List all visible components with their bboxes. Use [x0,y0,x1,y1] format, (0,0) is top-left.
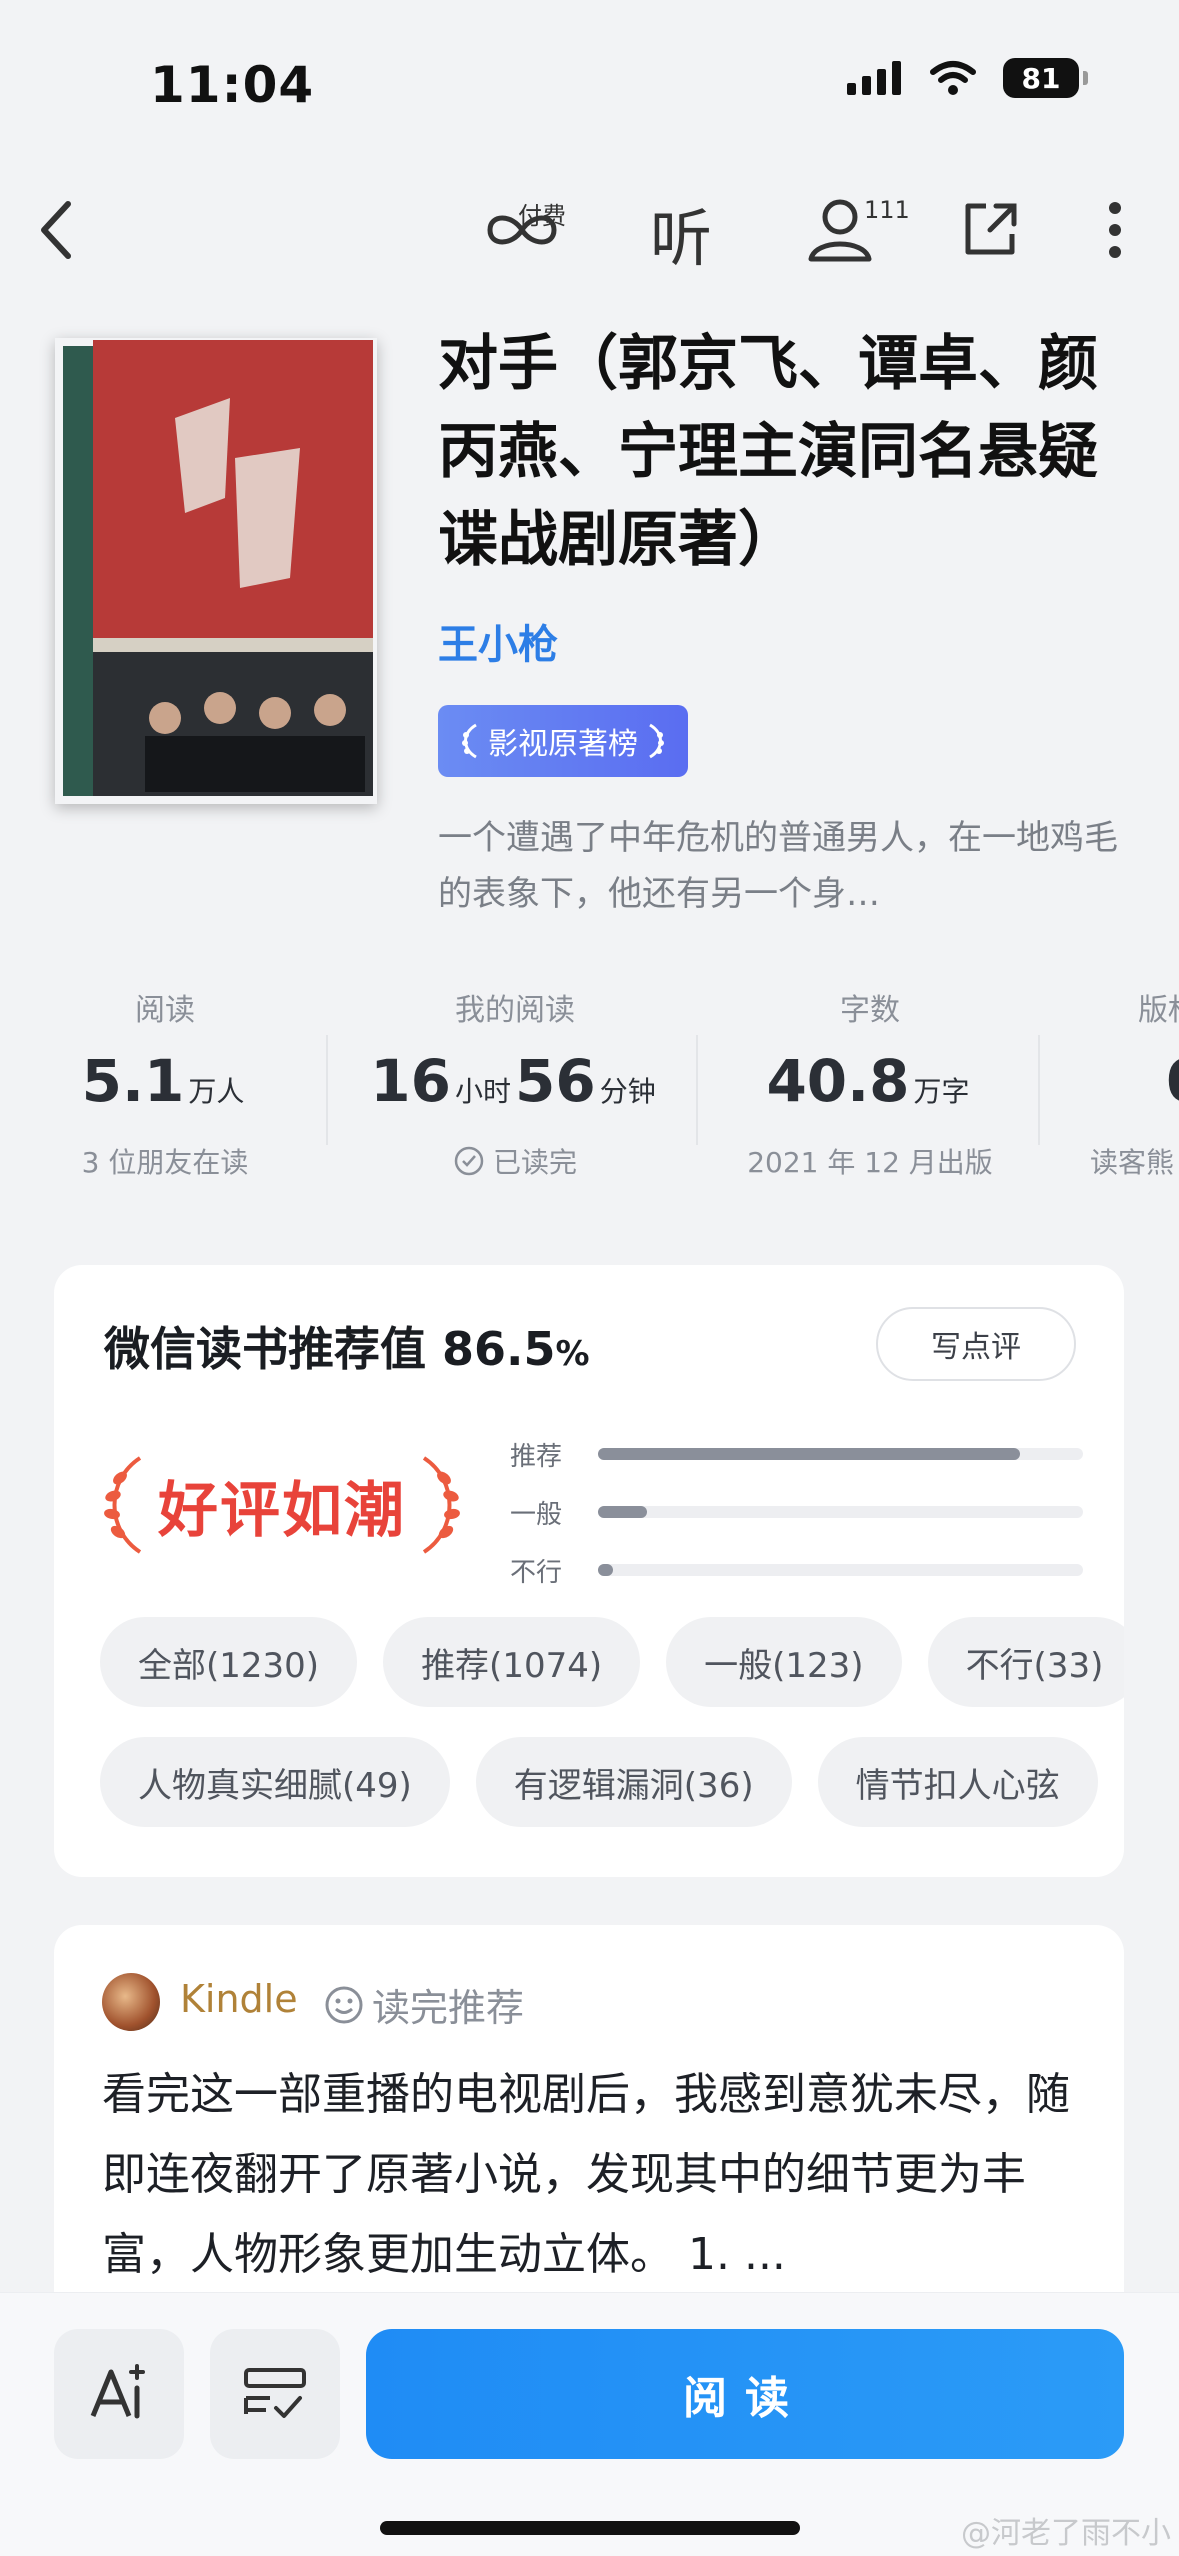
book-cover-art [55,338,377,804]
bookshelf-check-icon [244,2368,306,2418]
add-to-shelf-button[interactable] [210,2329,340,2459]
stat-value: 16 小时56 分钟 [330,1047,700,1117]
watermark: @河老了雨不小 [961,2516,1171,2551]
book-title: 对手（郭京飞、谭卓、颜丙燕、宁理主演同名悬疑谍战剧原著） [438,329,1098,575]
rave-label: 好评如潮 [158,1475,406,1546]
stat-unit: 万字 [913,1075,970,1108]
review-user-name[interactable]: Kindle [180,1977,298,2021]
wifi-icon [930,61,976,95]
more-button[interactable] [1080,190,1150,270]
divider [1038,1035,1040,1145]
check-circle-icon [454,1146,484,1176]
rating-bar-track [598,1506,1083,1518]
stat-value: 5.1 万人 [0,1047,330,1117]
recommend-title: 微信读书推荐值 86.5% [104,1313,590,1379]
stat-sub: 3 位朋友在读 [81,1146,249,1179]
tag-chip[interactable]: 情节扣人心弦 [817,1737,1098,1827]
rating-bar-fill [598,1448,1020,1460]
stat-value: 0 [1060,1047,1179,1117]
rating-bar-recommend: 推荐 [510,1425,1124,1483]
laurel-right-icon [649,723,664,759]
home-indicator [380,2521,800,2535]
recommend-score: 86.5 [442,1322,556,1376]
smile-icon [325,1986,363,2023]
filter-chips: 全部(1230) 推荐(1074) 一般(123) 不行(33) [100,1617,1124,1707]
friends-count: 111 [864,196,910,224]
tag-chip[interactable]: 有逻辑漏洞(36) [475,1737,792,1827]
rating-bars: 推荐 一般 不行 [510,1425,1124,1599]
signal-icon [847,61,901,95]
back-button[interactable] [16,190,96,270]
stat-unit: 小时 [454,1075,511,1108]
book-cover[interactable] [55,338,377,804]
review-tag: 读完推荐 [324,1977,524,2032]
recommend-pct-sign: % [555,1334,590,1374]
share-icon [965,203,1017,255]
stat-readers[interactable]: 阅读 5.1 万人 3 位朋友在读 [0,985,330,1181]
stats-row: 阅读 5.1 万人 3 位朋友在读 我的阅读 16 小时56 分钟 已读完 字数 40… [0,985,1179,1205]
rating-bar-label: 推荐 [510,1441,563,1472]
rating-bar-track [598,1448,1083,1460]
rave-badge: 好评如潮 [98,1440,518,1570]
rating-bar-neutral: 一般 [510,1483,1124,1541]
battery-indicator: 81 [1003,58,1088,98]
write-review-button[interactable]: 写点评 [876,1307,1076,1381]
more-vertical-icon [1109,202,1121,258]
stat-sub: 读客熊 [1090,1146,1175,1179]
tag-chip[interactable]: 人物真实细腻(49) [100,1737,450,1827]
recommend-title-text: 微信读书推荐值 [104,1322,426,1376]
laurel-left-icon [462,723,477,759]
rating-bar-bad: 不行 [510,1541,1124,1599]
battery-level: 81 [1021,61,1061,95]
laurel-right-icon [422,1456,460,1554]
chevron-left-icon [41,201,71,259]
recommend-card[interactable]: 微信读书推荐值 86.5% 写点评 好评如潮 推荐 一般 不行 全部(1230)… [54,1265,1124,1877]
stat-sub-text: 已读完 [492,1146,577,1179]
stat-copyright[interactable]: 版权 0 读客熊 [1060,985,1179,1181]
stat-label: 字数 [840,993,900,1028]
stat-label: 我的阅读 [455,993,575,1028]
review-tag-label: 读完推荐 [372,1986,525,2030]
stat-unit: 万人 [188,1075,245,1108]
paid-label: 付费 [518,202,566,230]
stat-my-reading[interactable]: 我的阅读 16 小时56 分钟 已读完 [330,985,700,1181]
stat-number: 56 [515,1047,596,1115]
share-button[interactable] [950,190,1030,270]
rating-bar-fill [598,1564,613,1576]
font-settings-button[interactable] [54,2329,184,2459]
stat-value: 40.8 万字 [700,1047,1040,1117]
text-size-icon [90,2364,145,2419]
filter-chip-all[interactable]: 全部(1230) [100,1617,358,1707]
rating-bar-label: 不行 [510,1557,563,1588]
rating-bar-track [598,1564,1083,1576]
avatar[interactable] [102,1973,160,2031]
filter-chip-neutral[interactable]: 一般(123) [666,1617,902,1707]
stat-sub: 已读完 [330,1141,700,1181]
status-time: 11:04 [150,56,315,114]
read-button[interactable]: 阅读 [366,2329,1124,2459]
stat-label: 阅读 [135,993,195,1028]
divider [326,1035,328,1145]
divider [696,1035,698,1145]
review-text[interactable]: 看完这一部重播的电视剧后，我感到意犹未尽，随即连夜翻开了原著小说，发现其中的细节… [102,2055,1092,2295]
filter-chip-recommend[interactable]: 推荐(1074) [383,1617,641,1707]
stat-label: 版权 [1138,993,1179,1028]
rank-badge[interactable]: 影视原著榜 [438,705,688,777]
laurel-left-icon [104,1456,142,1554]
status-icons: 81 [847,58,1088,98]
tag-chips: 人物真实细腻(49) 有逻辑漏洞(36) 情节扣人心弦 [100,1737,1098,1827]
stat-unit: 分钟 [599,1075,656,1108]
book-author[interactable]: 王小枪 [438,612,558,670]
listen-button[interactable]: 听 [650,188,712,278]
stat-sub: 2021 年 12 月出版 [747,1146,993,1179]
filter-chip-bad[interactable]: 不行(33) [927,1617,1124,1707]
rating-bar-fill [598,1506,647,1518]
stat-word-count[interactable]: 字数 40.8 万字 2021 年 12 月出版 [700,985,1040,1181]
book-intro[interactable]: 一个遭遇了中年危机的普通男人，在一地鸡毛的表象下，他还有另一个身… [438,810,1138,922]
stat-number: 16 [370,1047,451,1115]
stat-number: 5.1 [81,1047,185,1115]
rating-bar-label: 一般 [510,1499,563,1530]
stat-number: 40.8 [766,1047,910,1115]
rank-badge-label: 影视原著榜 [488,727,638,762]
